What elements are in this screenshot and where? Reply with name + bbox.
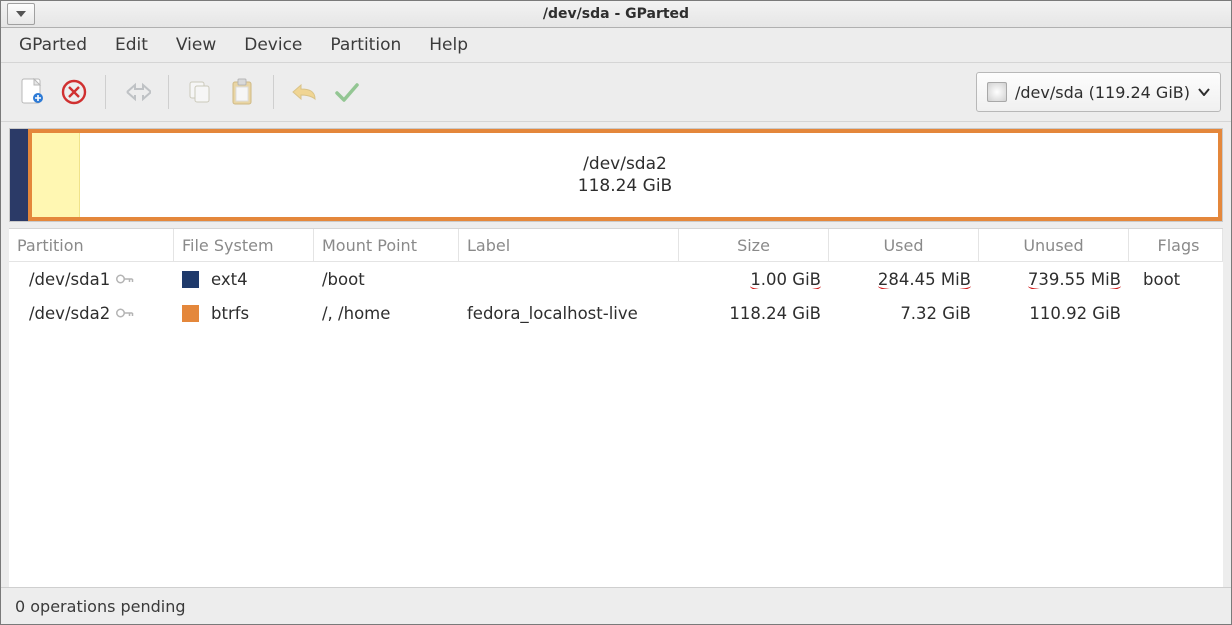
resize-move-button[interactable] bbox=[116, 71, 158, 113]
partition-map-name: /dev/sda2 bbox=[32, 153, 1218, 175]
partition-map-sda1[interactable] bbox=[10, 129, 28, 221]
toolbar: /dev/sda (119.24 GiB) bbox=[1, 63, 1231, 122]
column-label[interactable]: Label bbox=[459, 229, 679, 261]
cell-filesystem: btrfs bbox=[211, 304, 249, 323]
cell-filesystem: ext4 bbox=[211, 270, 248, 289]
column-unused[interactable]: Unused bbox=[979, 229, 1129, 261]
partition-map-label: /dev/sda2 118.24 GiB bbox=[32, 153, 1218, 197]
menu-partition[interactable]: Partition bbox=[330, 35, 401, 55]
copy-button[interactable] bbox=[179, 71, 221, 113]
device-selector-label: /dev/sda (119.24 GiB) bbox=[1015, 83, 1190, 102]
column-filesystem[interactable]: File System bbox=[174, 229, 314, 261]
key-icon bbox=[116, 273, 134, 285]
cell-partition: /dev/sda2 bbox=[29, 304, 110, 323]
cell-used: 7.32 GiB bbox=[829, 304, 979, 323]
titlebar: /dev/sda - GParted bbox=[1, 1, 1231, 28]
cell-partition: /dev/sda1 bbox=[29, 270, 110, 289]
cell-unused: 739.55 MiB bbox=[1028, 270, 1121, 289]
column-size[interactable]: Size bbox=[679, 229, 829, 261]
fs-swatch bbox=[182, 271, 199, 288]
cell-size: 118.24 GiB bbox=[679, 304, 829, 323]
partition-map: /dev/sda2 118.24 GiB bbox=[1, 122, 1231, 228]
table-header: Partition File System Mount Point Label … bbox=[9, 229, 1223, 262]
toolbar-separator bbox=[273, 75, 274, 109]
key-icon bbox=[116, 307, 134, 319]
disk-icon bbox=[987, 82, 1007, 102]
toolbar-separator bbox=[105, 75, 106, 109]
cell-label: fedora_localhost-live bbox=[459, 304, 679, 323]
menu-gparted[interactable]: GParted bbox=[19, 35, 87, 55]
partition-map-sda2[interactable]: /dev/sda2 118.24 GiB bbox=[28, 129, 1222, 221]
cell-mountpoint: /, /home bbox=[314, 304, 459, 323]
partition-table: Partition File System Mount Point Label … bbox=[9, 228, 1223, 587]
apply-button[interactable] bbox=[326, 71, 368, 113]
cell-size: 1.00 GiB bbox=[750, 270, 821, 289]
menu-help[interactable]: Help bbox=[429, 35, 468, 55]
chevron-down-icon bbox=[1198, 88, 1210, 96]
fs-swatch bbox=[182, 305, 199, 322]
table-body: /dev/sda1 ext4 /boot 1.00 GiB 284.45 MiB… bbox=[9, 262, 1223, 587]
window-menu-button[interactable] bbox=[7, 3, 35, 25]
menubar: GParted Edit View Device Partition Help bbox=[1, 28, 1231, 63]
cell-mountpoint: /boot bbox=[314, 270, 459, 289]
paste-button[interactable] bbox=[221, 71, 263, 113]
menu-edit[interactable]: Edit bbox=[115, 35, 148, 55]
delete-partition-button[interactable] bbox=[53, 71, 95, 113]
menu-view[interactable]: View bbox=[176, 35, 216, 55]
table-row[interactable]: /dev/sda2 btrfs /, /home fedora_localhos… bbox=[9, 296, 1223, 330]
status-text: 0 operations pending bbox=[15, 597, 186, 616]
column-partition[interactable]: Partition bbox=[9, 229, 174, 261]
cell-unused: 110.92 GiB bbox=[979, 304, 1129, 323]
window-title: /dev/sda - GParted bbox=[1, 6, 1231, 22]
column-mountpoint[interactable]: Mount Point bbox=[314, 229, 459, 261]
gparted-window: /dev/sda - GParted GParted Edit View Dev… bbox=[0, 0, 1232, 625]
column-flags[interactable]: Flags bbox=[1129, 229, 1223, 261]
toolbar-separator bbox=[168, 75, 169, 109]
device-selector[interactable]: /dev/sda (119.24 GiB) bbox=[976, 72, 1221, 112]
cell-flags: boot bbox=[1129, 270, 1223, 289]
status-bar: 0 operations pending bbox=[1, 587, 1231, 624]
new-partition-button[interactable] bbox=[11, 71, 53, 113]
column-used[interactable]: Used bbox=[829, 229, 979, 261]
undo-button[interactable] bbox=[284, 71, 326, 113]
menu-device[interactable]: Device bbox=[244, 35, 302, 55]
cell-used: 284.45 MiB bbox=[878, 270, 971, 289]
partition-map-size: 118.24 GiB bbox=[32, 175, 1218, 197]
table-row[interactable]: /dev/sda1 ext4 /boot 1.00 GiB 284.45 MiB… bbox=[9, 262, 1223, 296]
